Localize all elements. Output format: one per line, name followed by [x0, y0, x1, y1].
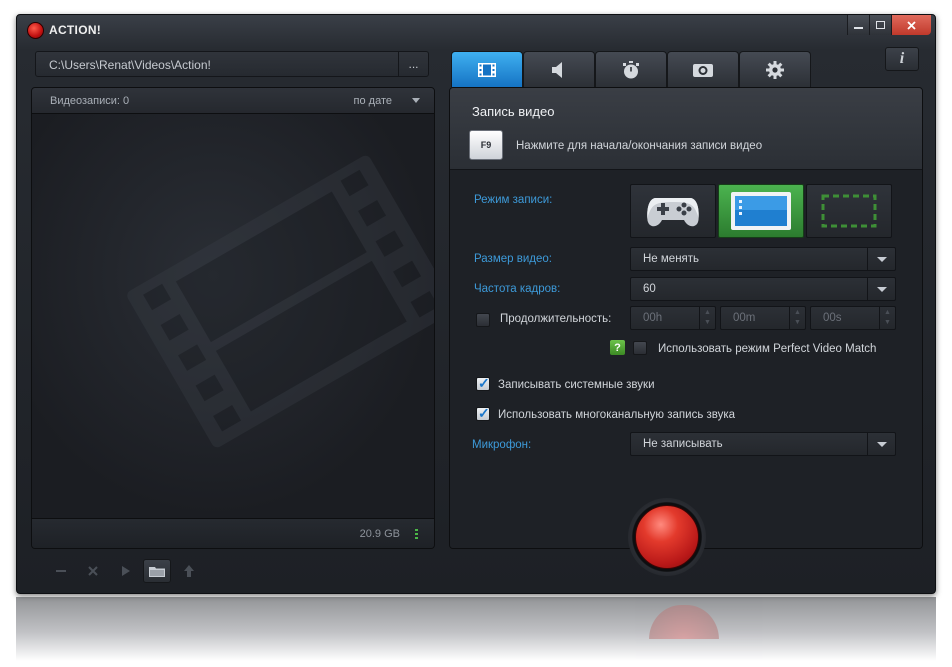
recordings-count: Видеозаписи: 0	[50, 95, 130, 107]
recordings-list[interactable]	[32, 114, 434, 518]
window-controls	[847, 15, 931, 35]
video-size-select[interactable]: Не менять	[630, 247, 896, 271]
chevron-down-icon[interactable]	[867, 433, 895, 455]
recordings-header: Видеозаписи: 0 по дате	[32, 88, 434, 114]
duration-hours-value: 00h	[643, 312, 663, 324]
recordings-footer: 20.9 GB	[32, 518, 434, 548]
stepper-arrows-icon[interactable]: ▲ ▼	[699, 307, 715, 329]
mode-region-button[interactable]	[806, 184, 892, 238]
record-mode-label: Режим записи:	[474, 194, 553, 206]
video-settings-form: Режим записи: Размер видео: Не менять Ча…	[450, 170, 922, 548]
maximize-icon	[876, 20, 885, 29]
output-folder-path: C:\Users\Renat\Videos\Action!	[49, 58, 211, 72]
main-tabs	[451, 51, 811, 87]
video-settings-panel: Запись видео F9 Нажмите для начала/оконч…	[449, 87, 923, 549]
mode-desktop-button[interactable]	[718, 184, 804, 238]
minimize-icon	[854, 26, 863, 29]
recordings-panel: Видеозаписи: 0 по дате 20.9 GB	[31, 87, 435, 549]
help-icon[interactable]: ?	[610, 340, 625, 355]
window-reflection	[16, 597, 936, 661]
pvm-label: Использовать режим Perfect Video Match	[658, 343, 877, 355]
chevron-down-icon[interactable]	[412, 98, 420, 103]
delete-button[interactable]	[47, 559, 75, 583]
duration-minutes-input[interactable]: 00m ▲ ▼	[720, 306, 806, 330]
video-section-header: Запись видео F9 Нажмите для начала/оконч…	[450, 88, 922, 170]
stopwatch-icon	[623, 60, 639, 78]
app-logo-icon	[27, 22, 44, 39]
fps-select[interactable]: 60	[630, 277, 896, 301]
hotkey-button[interactable]: F9	[469, 130, 503, 160]
system-sounds-checkbox[interactable]	[476, 375, 490, 392]
close-icon	[907, 20, 916, 30]
chevron-down-icon[interactable]	[867, 248, 895, 270]
microphone-value: Не записывать	[643, 438, 723, 450]
camera-icon	[693, 64, 713, 77]
cross-icon	[88, 566, 98, 576]
info-button[interactable]: i	[885, 47, 919, 71]
duration-checkbox[interactable]	[476, 313, 490, 327]
window-title: ACTION!	[49, 23, 102, 37]
video-size-value: Не менять	[643, 253, 700, 265]
stepper-arrows-icon[interactable]: ▲ ▼	[879, 307, 895, 329]
remove-button[interactable]	[79, 559, 107, 583]
film-watermark-icon	[127, 155, 434, 448]
region-icon	[821, 194, 877, 228]
maximize-button[interactable]	[869, 15, 891, 35]
free-space-value: 20.9 GB	[359, 528, 400, 540]
minus-icon	[56, 570, 66, 572]
chevron-down-icon[interactable]	[867, 278, 895, 300]
recordings-toolbar	[47, 559, 203, 583]
fps-label: Частота кадров:	[474, 283, 561, 295]
record-mode-group	[630, 184, 892, 238]
upload-icon	[184, 565, 194, 577]
play-button[interactable]	[111, 559, 139, 583]
tab-settings[interactable]	[739, 51, 811, 87]
stepper-arrows-icon[interactable]: ▲ ▼	[789, 307, 805, 329]
upload-button[interactable]	[175, 559, 203, 583]
folder-icon	[149, 567, 165, 577]
duration-seconds-value: 00s	[823, 312, 842, 324]
film-icon	[478, 62, 496, 77]
microphone-label: Микрофон:	[472, 439, 532, 451]
gear-icon	[766, 60, 784, 79]
duration-seconds-input[interactable]: 00s ▲ ▼	[810, 306, 896, 330]
duration-minutes-value: 00m	[733, 312, 756, 324]
multichannel-checkbox[interactable]	[476, 405, 490, 422]
tab-screenshot[interactable]	[667, 51, 739, 87]
system-sounds-label: Записывать системные звуки	[498, 379, 655, 391]
desktop-icon	[731, 192, 791, 230]
tab-audio[interactable]	[523, 51, 595, 87]
gamepad-icon	[647, 198, 699, 227]
pvm-checkbox[interactable]	[633, 341, 647, 355]
mode-game-button[interactable]	[630, 184, 716, 238]
multichannel-label: Использовать многоканальную запись звука	[498, 409, 736, 421]
disk-space-icon	[415, 529, 418, 539]
record-button[interactable]	[628, 498, 706, 576]
app-window: ACTION! i C:\Users\Renat\Videos\Action! …	[16, 14, 936, 594]
minimize-button[interactable]	[847, 15, 869, 35]
speaker-icon	[552, 61, 562, 78]
browse-button[interactable]: ...	[398, 52, 428, 76]
tab-timer[interactable]	[595, 51, 667, 87]
fps-value: 60	[643, 283, 656, 295]
tab-video[interactable]	[451, 51, 523, 87]
output-folder-field[interactable]: C:\Users\Renat\Videos\Action! ...	[35, 51, 429, 77]
section-title: Запись видео	[472, 104, 555, 119]
sort-select[interactable]: по дате	[354, 95, 392, 107]
play-icon	[122, 566, 130, 576]
close-button[interactable]	[891, 15, 931, 35]
duration-hours-input[interactable]: 00h ▲ ▼	[630, 306, 716, 330]
microphone-select[interactable]: Не записывать	[630, 432, 896, 456]
record-reflection	[648, 605, 720, 639]
duration-label: Продолжительность:	[500, 313, 612, 325]
hotkey-hint: Нажмите для начала/окончания записи виде…	[516, 140, 763, 152]
video-size-label: Размер видео:	[474, 253, 552, 265]
record-icon	[635, 505, 699, 569]
open-folder-button[interactable]	[143, 559, 171, 583]
